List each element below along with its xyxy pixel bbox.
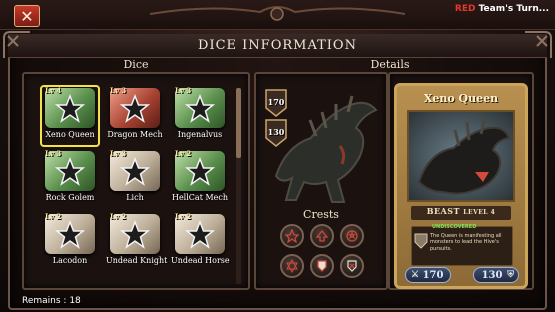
- die-level: Lv 2: [45, 212, 62, 221]
- die-level: Lv 3: [110, 149, 127, 158]
- crests-label: Crests: [303, 208, 339, 221]
- die-level: Lv 2: [110, 212, 127, 221]
- star-crest-icon: [120, 94, 150, 123]
- card-type: BEAST: [426, 206, 460, 216]
- star-crest-icon: [120, 157, 150, 186]
- close-button[interactable]: ✕: [14, 5, 40, 27]
- die-name: Undead Knight: [106, 256, 168, 265]
- turn-indicator: RED Team's Turn...: [455, 4, 549, 14]
- dice-card[interactable]: Lv 3 Rock Golem: [41, 149, 99, 209]
- star-crest-icon: [185, 220, 215, 249]
- monster-card: Xeno Queen BEAST LEVEL 4 UNDISCOVERED Th…: [394, 83, 528, 289]
- die-level: Lv 3: [175, 86, 192, 95]
- title-bar: DICE INFORMATION: [8, 34, 547, 58]
- star-crest-icon: [185, 94, 215, 123]
- defense-number: 130: [267, 127, 285, 137]
- die-name: Xeno Queen: [45, 130, 95, 139]
- star-crest-icon: [185, 157, 215, 186]
- dice-card[interactable]: Lv 2 Undead Knight: [106, 212, 168, 272]
- die-name: Rock Golem: [45, 193, 95, 202]
- die-level: Lv 2: [175, 212, 192, 221]
- turn-text: Team's Turn...: [475, 4, 549, 14]
- card-defense: 130 ⛨: [473, 267, 519, 283]
- die-name: Dragon Mech: [107, 130, 163, 139]
- die-name: HellCat Mech: [171, 193, 229, 202]
- card-art: [407, 110, 515, 202]
- dice-card[interactable]: Lv 3 Lich: [106, 149, 164, 209]
- shield-small-icon: ⛨: [507, 270, 514, 280]
- star-crest-icon: [120, 220, 150, 249]
- ornament-icon: [150, 6, 405, 21]
- crest-movement-icon[interactable]: [310, 224, 334, 248]
- die-name: Lacodon: [52, 256, 88, 265]
- attack-value: 170: [264, 88, 288, 118]
- card-type-bar: BEAST LEVEL 4: [411, 206, 511, 220]
- dice-card[interactable]: Lv 2 Lacodon: [41, 212, 99, 272]
- star-crest-icon: [55, 157, 85, 186]
- die-name: Undead Horse: [171, 256, 230, 265]
- attack-number: 170: [267, 97, 285, 107]
- xeno-queen-art-icon: [417, 117, 511, 195]
- card-attack-value: 170: [422, 270, 444, 281]
- card-tag: UNDISCOVERED: [432, 224, 477, 230]
- card-defense-value: 130: [481, 270, 503, 281]
- die-name: Ingenalvus: [177, 130, 223, 139]
- die-level: Lv 3: [45, 149, 62, 158]
- card-description: The Queen is manifesting all monsters to…: [430, 233, 502, 252]
- top-bar: ✕ RED Team's Turn...: [0, 0, 555, 30]
- crest-attack-icon[interactable]: [340, 254, 364, 278]
- dice-card[interactable]: Lv 2 HellCat Mech: [171, 149, 229, 209]
- shield-icon: [414, 233, 428, 249]
- corner-ornament-icon: [525, 31, 552, 58]
- crest-defense-icon[interactable]: [310, 254, 334, 278]
- page-title: DICE INFORMATION: [198, 38, 357, 53]
- details-header: Details: [370, 58, 410, 71]
- die-level: Lv 3: [110, 86, 127, 95]
- die-level: Lv 2: [175, 149, 192, 158]
- dice-grid: Lv 4 Xeno Queen Lv 3 Dragon Mech Lv 3 Ingenal…: [40, 85, 231, 274]
- card-attack: ⚔ 170: [405, 267, 451, 283]
- sword-icon: ⚔: [411, 270, 420, 280]
- dice-card[interactable]: Lv 3 Ingenalvus: [171, 86, 229, 146]
- defense-value: 130: [264, 118, 288, 148]
- turn-team: RED: [454, 4, 476, 14]
- card-name: Xeno Queen: [423, 92, 499, 105]
- dice-card[interactable]: Lv 4 Xeno Queen: [40, 85, 100, 147]
- remains-count: Remains : 18: [22, 296, 81, 306]
- crest-summon-icon[interactable]: [280, 224, 304, 248]
- card-description-box: UNDISCOVERED The Queen is manifesting al…: [411, 224, 513, 266]
- crest-trap-icon[interactable]: [280, 254, 304, 278]
- dice-header: Dice: [123, 58, 149, 71]
- dice-card[interactable]: Lv 3 Dragon Mech: [106, 86, 164, 146]
- card-level: LEVEL 4: [463, 209, 496, 216]
- die-name: Lich: [126, 193, 144, 202]
- dice-card[interactable]: Lv 2 Undead Horse: [171, 212, 230, 272]
- crest-magic-icon[interactable]: [340, 224, 364, 248]
- corner-ornament-icon: [3, 31, 30, 58]
- star-crest-icon: [55, 94, 85, 123]
- scroll-thumb[interactable]: [236, 88, 241, 158]
- star-crest-icon: [55, 220, 85, 249]
- close-icon: ✕: [20, 6, 34, 26]
- die-level: Lv 4: [45, 86, 62, 95]
